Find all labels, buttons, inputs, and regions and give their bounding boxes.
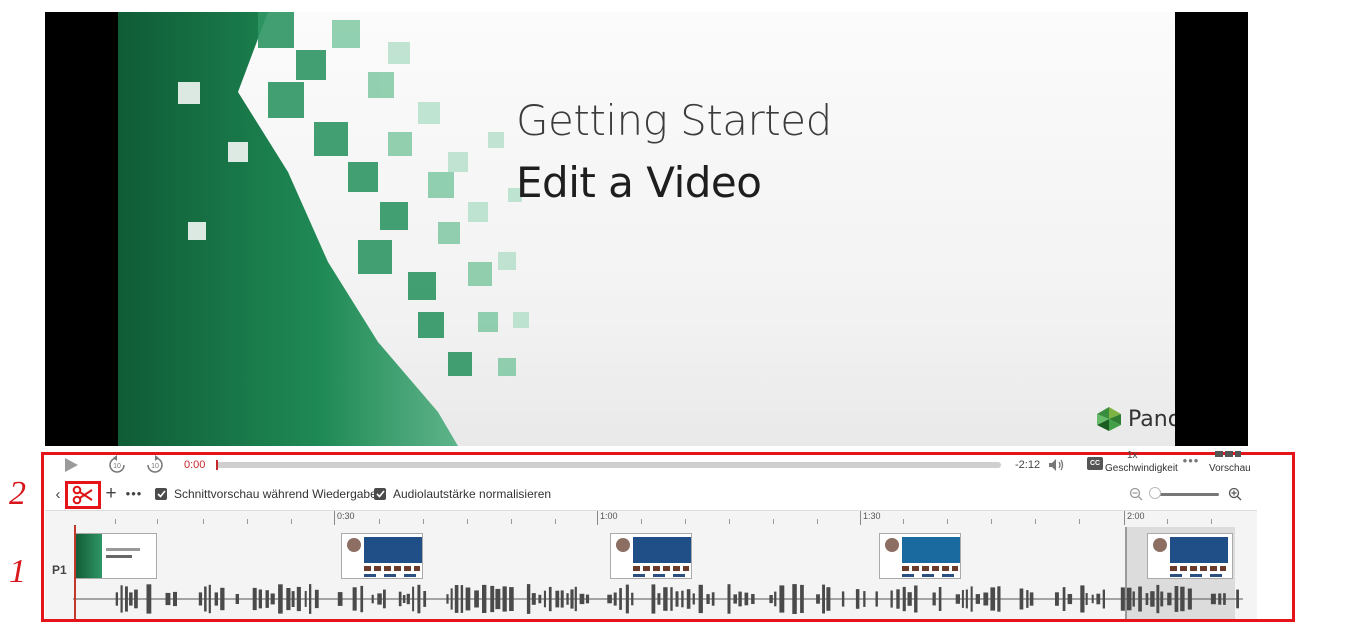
track-label: P1	[52, 563, 67, 577]
normalize-audio-label: Audiolautstärke normalisieren	[393, 487, 552, 501]
normalize-audio-checkbox[interactable]	[374, 488, 386, 500]
scissors-icon	[72, 485, 93, 505]
zoom-out-icon[interactable]	[1128, 486, 1144, 502]
panopto-brand-name: Panopto	[1128, 406, 1175, 432]
svg-text:10: 10	[151, 463, 159, 470]
callout-number-1: 1	[9, 553, 26, 590]
scrub-bar[interactable]	[216, 460, 1001, 470]
forward-10-button[interactable]: 10	[145, 455, 165, 475]
slide-title-line2: Edit a Video	[516, 158, 762, 207]
playback-bar: 10 10 0:00 -2:12 CC 1x Geschwindigkeit •…	[45, 450, 1257, 479]
svg-text:10: 10	[113, 463, 121, 470]
playhead[interactable]	[74, 525, 76, 619]
ruler-tick	[903, 519, 904, 524]
ruler-tick	[729, 519, 730, 524]
ruler-tick	[817, 519, 818, 524]
add-icon[interactable]: +	[102, 483, 120, 504]
zoom-in-icon[interactable]	[1227, 486, 1243, 502]
edit-toolbar: ‹ + ••• Schnittvorschau während Wiederga…	[45, 481, 1257, 509]
zoom-slider-track[interactable]	[1151, 493, 1219, 496]
rewind-10-button[interactable]: 10	[107, 455, 127, 475]
ruler-label-0-30: 0:30	[334, 511, 355, 525]
cut-preview-label: Schnittvorschau während Wiedergabe	[174, 487, 377, 501]
ruler-tick	[685, 519, 686, 524]
callout-number-2: 2	[9, 475, 26, 512]
ruler-tick	[291, 519, 292, 524]
ruler-tick	[423, 519, 424, 524]
ruler-tick	[203, 519, 204, 524]
current-time: 0:00	[184, 459, 206, 471]
video-player[interactable]: Getting Started Edit a Video Panopto	[45, 12, 1248, 446]
slide-thumbnail[interactable]	[610, 533, 692, 579]
ruler-tick	[115, 519, 116, 524]
remaining-time: -2:12	[1015, 459, 1041, 471]
ruler-tick	[773, 519, 774, 524]
slide-frame: Getting Started Edit a Video Panopto	[118, 12, 1175, 446]
speed-value[interactable]: 1x	[1127, 450, 1138, 461]
slide-thumbnail[interactable]	[1147, 533, 1233, 579]
timeline[interactable]: 0:30 1:00 1:30 2:00 P1	[45, 510, 1257, 619]
ruler-tick	[157, 519, 158, 524]
scrub-handle[interactable]	[216, 460, 218, 470]
ruler-tick	[1211, 519, 1212, 524]
check-icon	[375, 490, 385, 498]
normalize-audio-option[interactable]: Audiolautstärke normalisieren	[374, 487, 551, 501]
ruler-tick	[991, 519, 992, 524]
check-icon	[156, 490, 166, 498]
ruler-tick	[379, 519, 380, 524]
cut-preview-option[interactable]: Schnittvorschau während Wiedergabe	[155, 487, 377, 501]
ruler-tick	[1167, 519, 1168, 524]
slide-thumbnail[interactable]	[341, 533, 423, 579]
ruler-tick	[247, 519, 248, 524]
ruler-tick	[947, 519, 948, 524]
ruler-label-2-00: 2:00	[1124, 511, 1145, 525]
slide-title-line1: Getting Started	[516, 96, 832, 145]
play-button[interactable]	[61, 456, 81, 474]
cut-preview-checkbox[interactable]	[155, 488, 167, 500]
forward-10-icon: 10	[147, 455, 163, 473]
speed-label[interactable]: Geschwindigkeit	[1105, 463, 1178, 474]
time-ruler[interactable]: 0:30 1:00 1:30 2:00	[45, 511, 1257, 527]
panopto-logo-icon	[1097, 407, 1121, 431]
more-icon[interactable]: •••	[125, 484, 143, 502]
ruler-label-1-30: 1:30	[860, 511, 881, 525]
ruler-label-1-00: 1:00	[597, 511, 618, 525]
rewind-10-icon: 10	[109, 455, 125, 473]
audio-waveform[interactable]	[73, 583, 1243, 615]
captions-button[interactable]: CC	[1087, 457, 1103, 470]
cut-tool-button[interactable]	[65, 481, 101, 509]
layout-preview-icon[interactable]	[1213, 450, 1243, 458]
ruler-tick	[641, 519, 642, 524]
ruler-tick	[467, 519, 468, 524]
ruler-tick	[555, 519, 556, 524]
volume-button[interactable]	[1047, 456, 1067, 474]
layout-preview-label[interactable]: Vorschau	[1209, 463, 1251, 474]
chevron-left-icon[interactable]: ‹	[51, 486, 65, 503]
ruler-tick	[1079, 519, 1080, 524]
slide-thumbnail[interactable]	[879, 533, 961, 579]
slide-green-pixel-art	[118, 12, 529, 446]
panopto-logo: Panopto	[1096, 406, 1175, 432]
ruler-tick	[511, 519, 512, 524]
slide-thumbnail[interactable]	[75, 533, 157, 579]
volume-icon	[1049, 459, 1064, 471]
play-icon	[65, 458, 78, 472]
more-options-icon[interactable]: •••	[1181, 453, 1201, 468]
ruler-tick	[1035, 519, 1036, 524]
zoom-slider-thumb[interactable]	[1149, 487, 1161, 499]
